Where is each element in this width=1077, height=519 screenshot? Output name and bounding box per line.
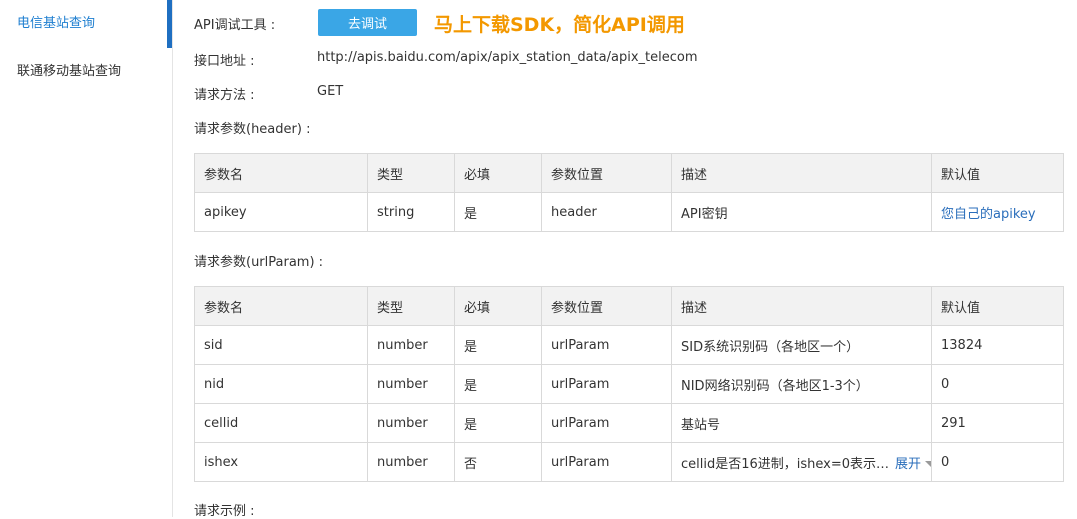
column-header: 类型 [367, 153, 455, 193]
param-type-cell: number [367, 442, 455, 482]
column-header: 必填 [454, 286, 542, 326]
sdk-promo-link[interactable]: 马上下载SDK，简化API调用 [434, 10, 685, 37]
api-tool-label: API调试工具 : [194, 18, 276, 33]
column-header: 参数位置 [541, 286, 672, 326]
apikey-link[interactable]: 您自己的apikey [941, 207, 1036, 222]
param-required-cell: 是 [454, 325, 542, 365]
request-example-title: 请求示例 : [194, 504, 255, 519]
param-type-cell: number [367, 403, 455, 443]
param-default-cell: 291 [931, 403, 1064, 443]
column-header: 类型 [367, 286, 455, 326]
debug-button[interactable]: 去调试 [318, 9, 417, 36]
method-label: 请求方法 : [194, 88, 255, 103]
column-header: 参数名 [194, 153, 368, 193]
param-description-cell: NID网络识别码（各地区1-3个） [671, 364, 932, 404]
param-description-cell: SID系统识别码（各地区一个） [671, 325, 932, 365]
param-name-cell: cellid [194, 403, 368, 443]
param-name-cell: ishex [194, 442, 368, 482]
sidebar: 电信基站查询 联通移动基站查询 [0, 0, 173, 517]
param-location-cell: urlParam [541, 442, 672, 482]
param-default-cell: 您自己的apikey [931, 192, 1064, 232]
param-default-cell: 0 [931, 442, 1064, 482]
column-header: 默认值 [931, 153, 1064, 193]
param-location-cell: urlParam [541, 364, 672, 404]
table-row: cellid number 是 urlParam 基站号 291 [194, 403, 1064, 443]
endpoint-label: 接口地址 : [194, 54, 255, 69]
param-type-cell: number [367, 325, 455, 365]
method-value: GET [317, 84, 344, 99]
main-content: API调试工具 : 去调试 马上下载SDK，简化API调用 接口地址 : htt… [194, 0, 1077, 519]
param-location-cell: header [541, 192, 672, 232]
param-location-cell: urlParam [541, 325, 672, 365]
column-header: 默认值 [931, 286, 1064, 326]
param-required-cell: 是 [454, 364, 542, 404]
param-default-cell: 0 [931, 364, 1064, 404]
column-header: 必填 [454, 153, 542, 193]
column-header: 描述 [671, 153, 932, 193]
header-params-title: 请求参数(header) : [194, 122, 311, 137]
param-required-cell: 是 [454, 192, 542, 232]
table-row: nid number 是 urlParam NID网络识别码（各地区1-3个） … [194, 364, 1064, 404]
table-row: ishex number 否 urlParam cellid是否16进制，ish… [194, 442, 1064, 482]
param-default-cell: 13824 [931, 325, 1064, 365]
expand-link[interactable]: 展开 [895, 457, 921, 472]
sidebar-item-telecom-station-query[interactable]: 电信基站查询 [0, 0, 172, 48]
table-header-row: 参数名 类型 必填 参数位置 描述 默认值 [194, 286, 1064, 326]
column-header: 描述 [671, 286, 932, 326]
param-name-cell: sid [194, 325, 368, 365]
column-header: 参数位置 [541, 153, 672, 193]
param-description-cell: 基站号 [671, 403, 932, 443]
param-type-cell: string [367, 192, 455, 232]
header-params-table: 参数名 类型 必填 参数位置 描述 默认值 apikey string 是 he… [194, 153, 1064, 232]
url-params-title: 请求参数(urlParam) : [194, 255, 324, 270]
param-type-cell: number [367, 364, 455, 404]
sidebar-item-unicom-mobile-station-query[interactable]: 联通移动基站查询 [0, 48, 172, 96]
param-description-cell: cellid是否16进制，ishex=0表示… 展开 [671, 442, 932, 482]
param-location-cell: urlParam [541, 403, 672, 443]
param-description-cell: API密钥 [671, 192, 932, 232]
endpoint-url: http://apis.baidu.com/apix/apix_station_… [317, 50, 698, 65]
param-description-text: cellid是否16进制，ishex=0表示… [681, 456, 890, 472]
url-params-table: 参数名 类型 必填 参数位置 描述 默认值 sid number 是 urlPa… [194, 286, 1064, 482]
table-row: sid number 是 urlParam SID系统识别码（各地区一个） 13… [194, 325, 1064, 365]
chevron-down-icon[interactable] [925, 461, 931, 467]
param-name-cell: apikey [194, 192, 368, 232]
param-required-cell: 是 [454, 403, 542, 443]
table-header-row: 参数名 类型 必填 参数位置 描述 默认值 [194, 153, 1064, 193]
param-required-cell: 否 [454, 442, 542, 482]
param-name-cell: nid [194, 364, 368, 404]
table-row: apikey string 是 header API密钥 您自己的apikey [194, 192, 1064, 232]
column-header: 参数名 [194, 286, 368, 326]
